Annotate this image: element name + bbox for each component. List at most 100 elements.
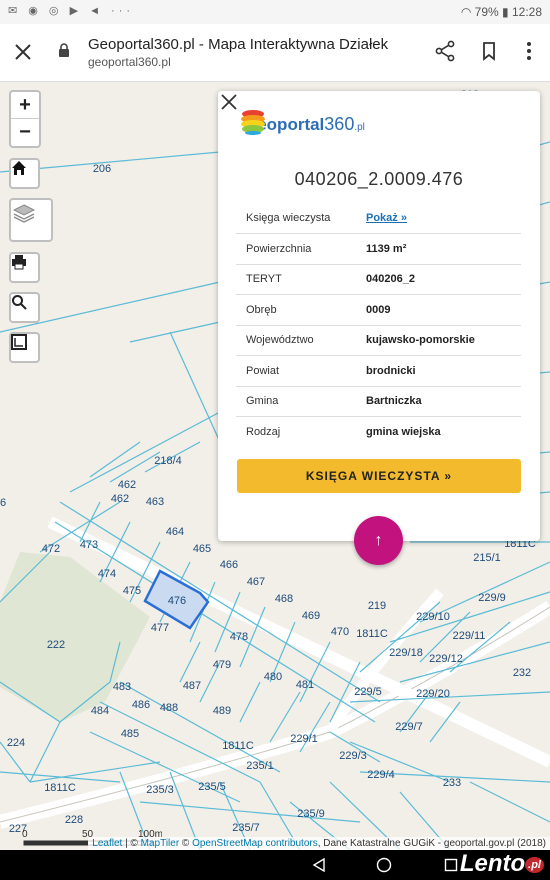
detail-row: Księga wieczysta Pokaż » xyxy=(236,203,521,234)
zoom-out-button[interactable]: − xyxy=(11,119,39,146)
parcel-label: 473 xyxy=(80,539,98,551)
scroll-up-button[interactable]: ↑ xyxy=(354,516,403,565)
popup-close-icon[interactable] xyxy=(218,91,240,113)
recents-icon[interactable] xyxy=(444,858,458,872)
maptiler-link[interactable]: MapTiler xyxy=(141,838,180,849)
parcel-label: 229/3 xyxy=(339,750,367,762)
attribution-separator: © xyxy=(179,838,193,849)
more-menu-icon[interactable] xyxy=(518,40,540,62)
detail-key: Księga wieczysta xyxy=(246,212,331,224)
share-icon[interactable] xyxy=(434,40,456,62)
arrow-up-icon: ↑ xyxy=(374,531,383,549)
parcel-id: 040206_2.0009.476 xyxy=(294,169,464,189)
home-button[interactable] xyxy=(9,158,40,189)
parcel-label: 219 xyxy=(368,600,386,612)
layers-button[interactable] xyxy=(9,198,53,242)
measure-button[interactable] xyxy=(9,332,40,363)
parcel-label: 229/1 xyxy=(290,733,318,745)
parcel-label: 474 xyxy=(98,568,116,580)
logo-pl: .pl xyxy=(354,121,365,133)
bookmark-icon[interactable] xyxy=(478,40,500,62)
print-button[interactable] xyxy=(9,252,40,283)
parcel-label: 228 xyxy=(65,814,83,826)
parcel-label: 478 xyxy=(230,631,248,643)
home-nav-icon[interactable] xyxy=(376,857,392,873)
parcel-label: 476 xyxy=(168,595,186,607)
android-navigation-bar: Lento .pl xyxy=(0,850,550,880)
search-button[interactable] xyxy=(9,292,40,323)
status-right: ◠ 79% ▮ 12:28 xyxy=(461,5,542,19)
logo-icon xyxy=(241,110,265,135)
detail-key: Obręb xyxy=(236,294,366,325)
clock: 12:28 xyxy=(511,5,542,19)
show-link[interactable]: Pokaż » xyxy=(366,212,407,224)
parcel-label: 229/18 xyxy=(389,647,423,659)
parcel-label: 229/20 xyxy=(416,688,450,700)
map-view[interactable]: 212206218/464624624634644654724734744754… xyxy=(0,82,550,850)
parcel-label: 235/1 xyxy=(246,760,274,772)
parcel-label: 488 xyxy=(160,702,178,714)
page-url[interactable]: geoportal360.pl xyxy=(88,55,171,69)
detail-value: 040206_2 xyxy=(366,263,521,295)
parcel-label: 229/5 xyxy=(354,686,382,698)
detail-value: Bartniczka xyxy=(366,385,521,417)
detail-key: TERYT xyxy=(236,263,366,295)
parcel-label: 229/11 xyxy=(453,630,486,642)
detail-row: Województwo kujawsko-pomorskie xyxy=(236,324,521,356)
parcel-label: 229/10 xyxy=(416,611,450,623)
lento-watermark: Lento .pl xyxy=(460,850,544,878)
detail-value: gmina wiejska xyxy=(366,416,521,447)
home-icon xyxy=(12,161,26,175)
lock-icon xyxy=(59,43,69,57)
parcel-label: 229/4 xyxy=(367,769,395,781)
osm-link[interactable]: OpenStreetMap contributors xyxy=(192,838,318,849)
parcel-label: 1811C xyxy=(356,628,388,640)
browser-toolbar: Geoportal360.pl - Mapa Interaktywna Dzia… xyxy=(0,24,550,82)
zoom-in-button[interactable]: + xyxy=(11,92,39,119)
parcel-label: 229/9 xyxy=(478,592,506,604)
layers-icon xyxy=(12,204,36,223)
detail-value: Pokaż » xyxy=(366,203,521,234)
back-icon[interactable] xyxy=(312,858,326,872)
parcel-label: 489 xyxy=(213,705,231,717)
parcel-label: 485 xyxy=(121,728,139,740)
leaflet-link[interactable]: Leaflet xyxy=(92,838,122,849)
parcel-label: 233 xyxy=(443,777,461,789)
detail-key: Województwo xyxy=(236,324,366,356)
parcel-label: 464 xyxy=(166,526,184,538)
detail-key: Powierzchnia xyxy=(236,233,366,264)
parcel-label: 469 xyxy=(302,610,320,622)
parcel-label: 463 xyxy=(146,496,164,508)
parcel-label: 229/7 xyxy=(395,721,423,733)
parcel-label: 467 xyxy=(247,576,265,588)
parcel-label: 462 xyxy=(118,479,136,491)
parcel-label: 484 xyxy=(91,705,109,717)
wifi-icon: ◠ xyxy=(460,5,472,19)
parcel-label: 472 xyxy=(42,543,60,555)
parcel-label: 462 xyxy=(111,493,129,505)
parcel-label: 479 xyxy=(213,659,231,671)
parcel-label: 218/4 xyxy=(154,455,182,467)
close-icon[interactable] xyxy=(12,38,34,66)
notification-icons: ✉ ◉ ◎ ▶ ◄ ··· xyxy=(8,5,135,17)
parcel-label: 477 xyxy=(151,622,169,634)
detail-row: Gmina Bartniczka xyxy=(236,385,521,417)
parcel-label: 235/5 xyxy=(198,781,226,793)
parcel-label: 6 xyxy=(0,497,6,509)
detail-value: 0009 xyxy=(366,294,521,325)
detail-row: Powierzchnia 1139 m² xyxy=(236,233,521,264)
measure-icon xyxy=(11,334,27,350)
ksiega-wieczysta-button[interactable]: KSIĘGA WIECZYSTA » xyxy=(237,459,521,493)
detail-row: Obręb 0009 xyxy=(236,294,521,325)
parcel-details-table: Księga wieczysta Pokaż » Powierzchnia 1139 … xyxy=(236,203,521,447)
detail-key: Rodzaj xyxy=(236,416,366,447)
parcel-label: 480 xyxy=(264,671,282,683)
parcel-label: 475 xyxy=(123,585,141,597)
detail-key: Gmina xyxy=(236,385,366,417)
parcel-label: 465 xyxy=(193,543,211,555)
parcel-label: 235/9 xyxy=(297,808,325,820)
detail-value: kujawsko-pomorskie xyxy=(366,324,521,356)
map-attribution: Leaflet | © MapTiler © OpenStreetMap con… xyxy=(88,837,550,850)
geoportal-logo: Geoportal360.pl xyxy=(240,109,365,139)
detail-row: Powiat brodnicki xyxy=(236,355,521,386)
